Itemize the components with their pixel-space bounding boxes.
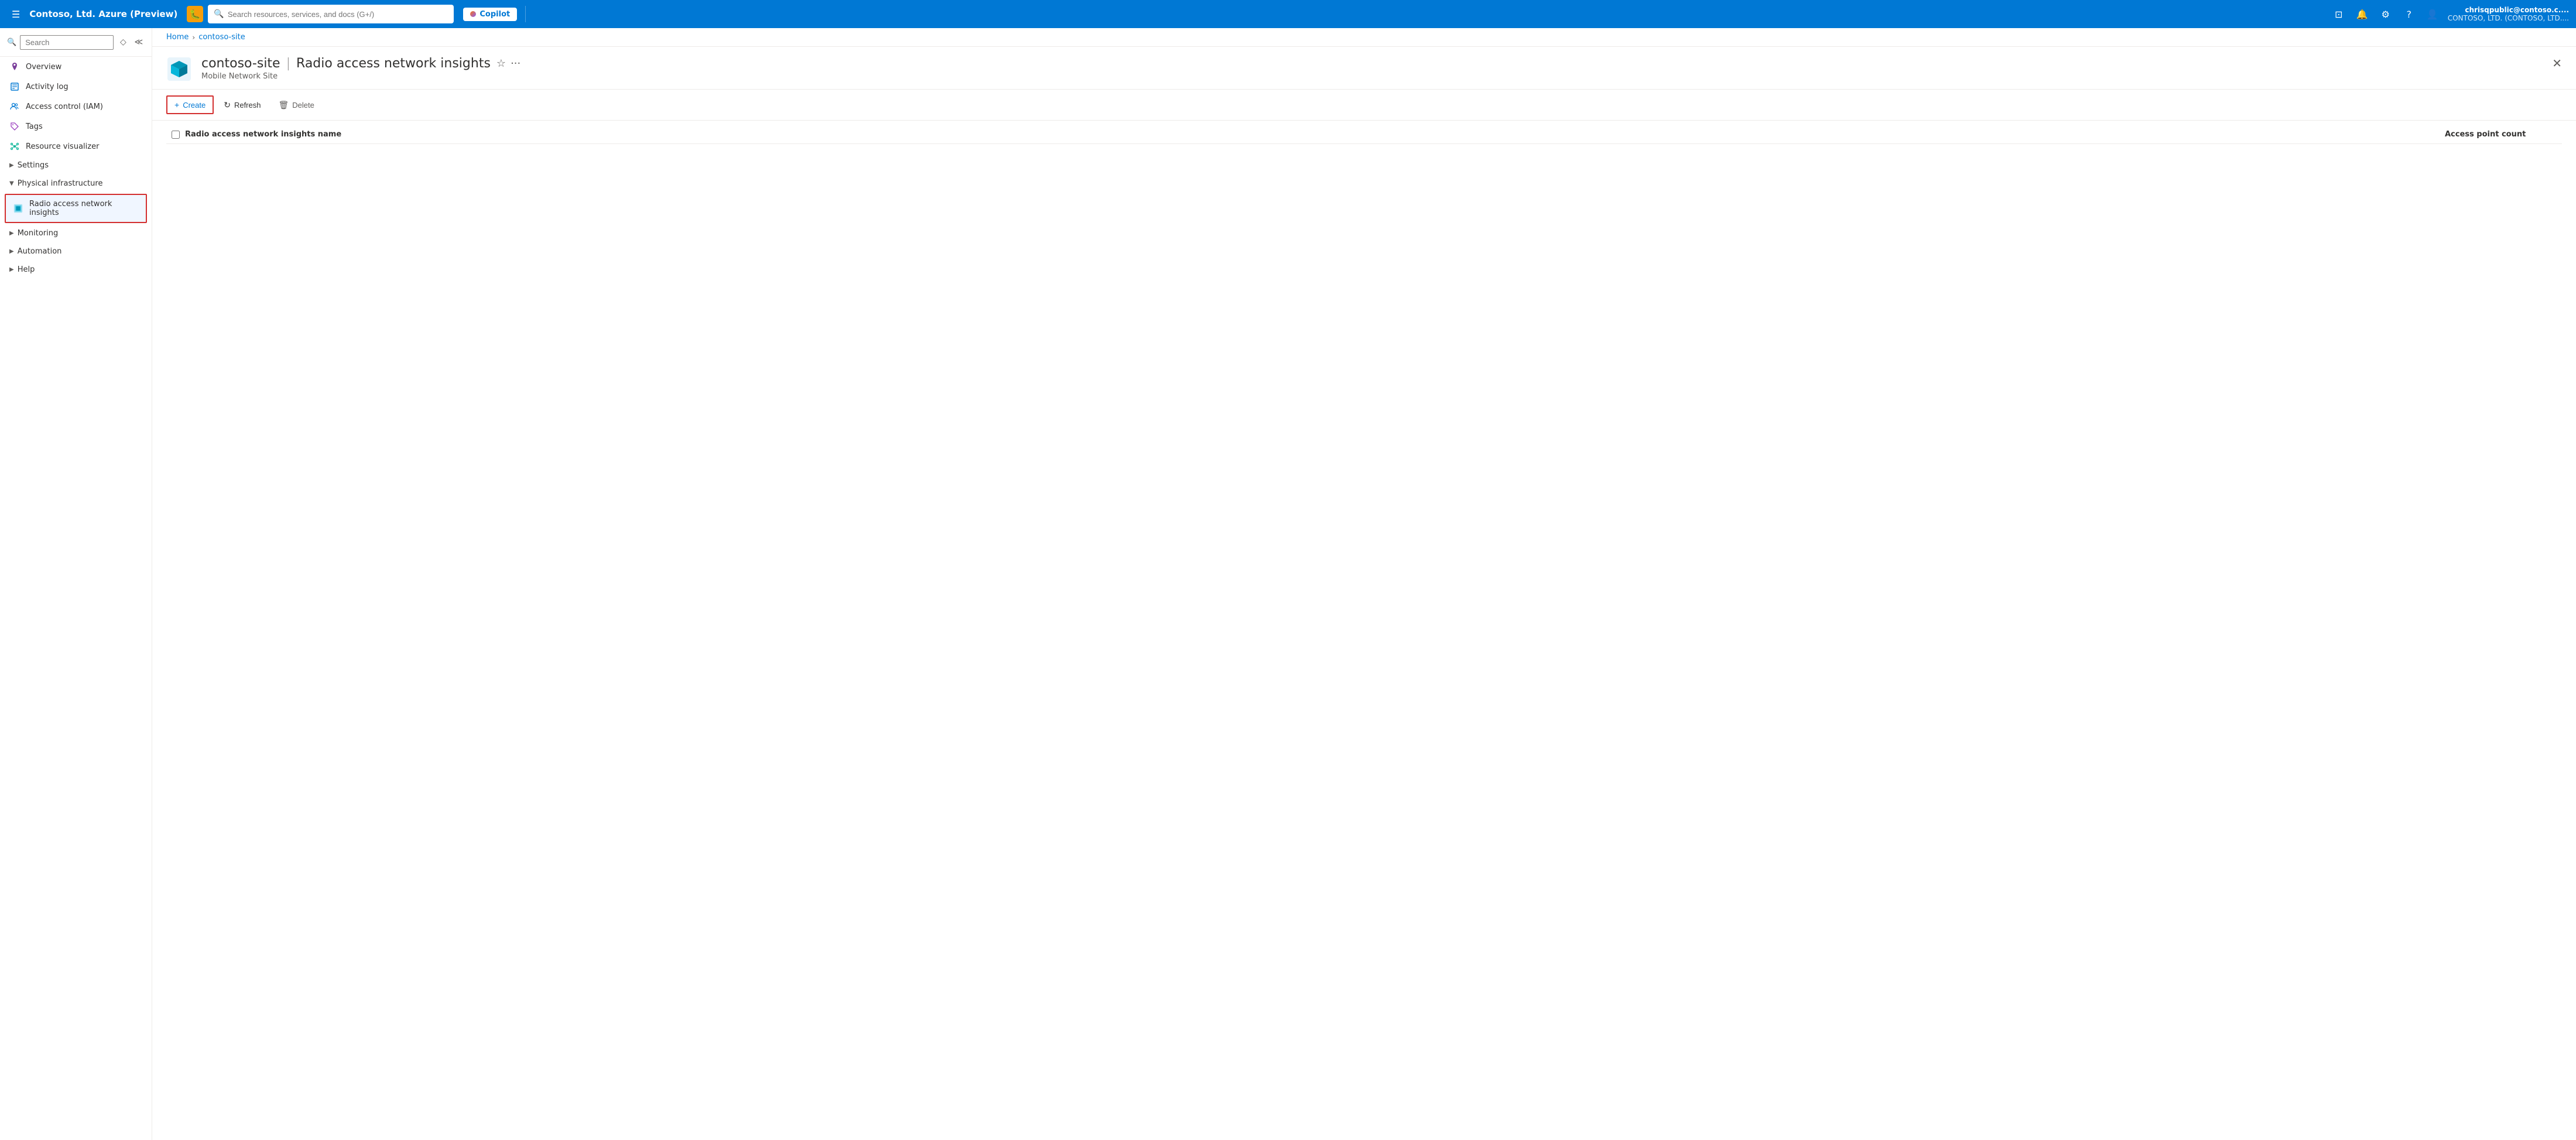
sidebar-group-automation-label: Automation bbox=[18, 247, 62, 256]
log-icon bbox=[9, 81, 20, 92]
sidebar-group-settings[interactable]: ▶ Settings bbox=[0, 156, 152, 174]
top-navigation: ☰ Contoso, Ltd. Azure (Preview) 🐛 🔍 Copi… bbox=[0, 0, 2576, 28]
sidebar-item-tags-label: Tags bbox=[26, 122, 43, 131]
nav-separator-1 bbox=[525, 6, 526, 22]
copilot-button[interactable]: Copilot bbox=[463, 8, 517, 21]
refresh-button[interactable]: ↻ Refresh bbox=[216, 96, 268, 114]
page-subtitle-title: Radio access network insights bbox=[296, 56, 491, 71]
page-resource-type: Mobile Network Site bbox=[201, 72, 2543, 81]
help-icon-btn[interactable]: ? bbox=[2399, 4, 2420, 25]
delete-button[interactable]: 🗑 Delete bbox=[270, 96, 321, 114]
breadcrumb-home[interactable]: Home bbox=[166, 33, 189, 42]
search-input[interactable] bbox=[228, 10, 448, 19]
title-separator: | bbox=[286, 56, 290, 71]
physical-infrastructure-chevron-icon: ▼ bbox=[9, 180, 14, 187]
user-profile[interactable]: chrisqpublic@contoso.c.... CONTOSO, LTD.… bbox=[2448, 6, 2569, 22]
table-header: Radio access network insights name Acces… bbox=[166, 130, 2562, 144]
column-header-count: Access point count bbox=[2445, 130, 2562, 139]
active-sub-item-container: Radio access network insights bbox=[5, 194, 147, 223]
automation-chevron-icon: ▶ bbox=[9, 248, 14, 255]
feedback-icon-btn[interactable]: 👤 bbox=[2422, 4, 2443, 25]
monitoring-chevron-icon: ▶ bbox=[9, 230, 14, 237]
sidebar-group-monitoring[interactable]: ▶ Monitoring bbox=[0, 224, 152, 242]
sidebar-navigation: Overview Activity log bbox=[0, 57, 152, 1140]
sidebar-filter-icon[interactable]: ◇ bbox=[117, 34, 129, 50]
main-content: Home › contoso-site contoso-site | Radi bbox=[152, 28, 2576, 1140]
location-icon bbox=[9, 61, 20, 72]
refresh-button-label: Refresh bbox=[234, 101, 261, 109]
visualizer-icon bbox=[9, 141, 20, 152]
sidebar-item-activity-log-label: Activity log bbox=[26, 83, 68, 91]
sidebar-item-tags[interactable]: Tags bbox=[0, 117, 152, 136]
bell-icon-btn[interactable]: 🔔 bbox=[2352, 4, 2373, 25]
page-header: contoso-site | Radio access network insi… bbox=[152, 47, 2576, 90]
copilot-label: Copilot bbox=[479, 10, 510, 19]
sidebar-item-access-control-label: Access control (IAM) bbox=[26, 102, 103, 111]
main-layout: 🔍 ◇ ≪ Overview bbox=[0, 28, 2576, 1140]
settings-icon-btn[interactable]: ⚙ bbox=[2375, 4, 2396, 25]
sidebar-search-icon: 🔍 bbox=[7, 38, 16, 47]
breadcrumb-current[interactable]: contoso-site bbox=[198, 33, 245, 42]
create-icon: + bbox=[174, 100, 179, 109]
search-icon: 🔍 bbox=[214, 9, 224, 19]
nav-icon-group: ⊡ 🔔 ⚙ ? 👤 bbox=[2328, 4, 2443, 25]
user-org: CONTOSO, LTD. (CONTOSO, LTD.... bbox=[2448, 14, 2569, 22]
radio-network-icon bbox=[13, 203, 23, 214]
tag-icon bbox=[9, 121, 20, 132]
page-title: contoso-site | Radio access network insi… bbox=[201, 56, 2543, 71]
create-button[interactable]: + Create bbox=[166, 95, 214, 114]
select-all-checkbox[interactable] bbox=[166, 131, 185, 139]
sidebar-group-physical-infrastructure-label: Physical infrastructure bbox=[18, 179, 103, 188]
create-button-label: Create bbox=[183, 101, 205, 109]
delete-icon: 🗑 bbox=[278, 100, 289, 110]
sidebar-group-monitoring-label: Monitoring bbox=[18, 229, 59, 238]
settings-chevron-icon: ▶ bbox=[9, 162, 14, 169]
hamburger-menu[interactable]: ☰ bbox=[7, 4, 25, 25]
more-options-icon[interactable]: ··· bbox=[511, 57, 520, 70]
toolbar: + Create ↻ Refresh 🗑 Delete bbox=[152, 90, 2576, 121]
resource-icon bbox=[166, 56, 192, 84]
sidebar-group-help[interactable]: ▶ Help bbox=[0, 261, 152, 279]
sidebar-item-access-control[interactable]: Access control (IAM) bbox=[0, 97, 152, 117]
sidebar-item-overview-label: Overview bbox=[26, 63, 61, 71]
sidebar-item-radio-access-network-insights-label: Radio access network insights bbox=[29, 200, 136, 217]
sidebar-group-settings-label: Settings bbox=[18, 161, 49, 170]
sidebar-group-help-label: Help bbox=[18, 265, 35, 274]
user-name: chrisqpublic@contoso.c.... bbox=[2448, 6, 2569, 14]
page-title-icons: ☆ ··· bbox=[496, 57, 520, 70]
sidebar-item-resource-visualizer[interactable]: Resource visualizer bbox=[0, 136, 152, 156]
column-header-name: Radio access network insights name bbox=[185, 130, 2445, 139]
table-area: Radio access network insights name Acces… bbox=[152, 121, 2576, 1140]
page-title-section: contoso-site | Radio access network insi… bbox=[201, 56, 2543, 81]
global-search[interactable]: 🔍 bbox=[208, 5, 454, 23]
sidebar-collapse-icon[interactable]: ≪ bbox=[133, 34, 145, 50]
portal-icon-btn[interactable]: ⊡ bbox=[2328, 4, 2349, 25]
breadcrumb-separator: › bbox=[192, 33, 195, 42]
sidebar-group-physical-infrastructure[interactable]: ▼ Physical infrastructure bbox=[0, 174, 152, 193]
help-chevron-icon: ▶ bbox=[9, 266, 14, 273]
sidebar-item-overview[interactable]: Overview bbox=[0, 57, 152, 77]
sidebar-item-activity-log[interactable]: Activity log bbox=[0, 77, 152, 97]
bug-icon[interactable]: 🐛 bbox=[187, 6, 203, 22]
nav-logo: Contoso, Ltd. Azure (Preview) bbox=[29, 9, 177, 19]
sidebar: 🔍 ◇ ≪ Overview bbox=[0, 28, 152, 1140]
delete-button-label: Delete bbox=[292, 101, 314, 109]
sidebar-search-input[interactable] bbox=[20, 35, 114, 50]
sidebar-item-radio-access-network-insights[interactable]: Radio access network insights bbox=[6, 195, 146, 222]
sidebar-group-automation[interactable]: ▶ Automation bbox=[0, 242, 152, 261]
select-all-checkbox-input[interactable] bbox=[172, 131, 180, 139]
people-icon bbox=[9, 101, 20, 112]
favorite-icon[interactable]: ☆ bbox=[496, 57, 506, 70]
sidebar-search-area: 🔍 ◇ ≪ bbox=[0, 28, 152, 57]
page-resource-name: contoso-site bbox=[201, 56, 280, 71]
close-button[interactable]: ✕ bbox=[2552, 56, 2562, 70]
copilot-icon bbox=[470, 11, 476, 17]
breadcrumb: Home › contoso-site bbox=[152, 28, 2576, 47]
sidebar-item-resource-visualizer-label: Resource visualizer bbox=[26, 142, 99, 151]
refresh-icon: ↻ bbox=[224, 100, 231, 110]
